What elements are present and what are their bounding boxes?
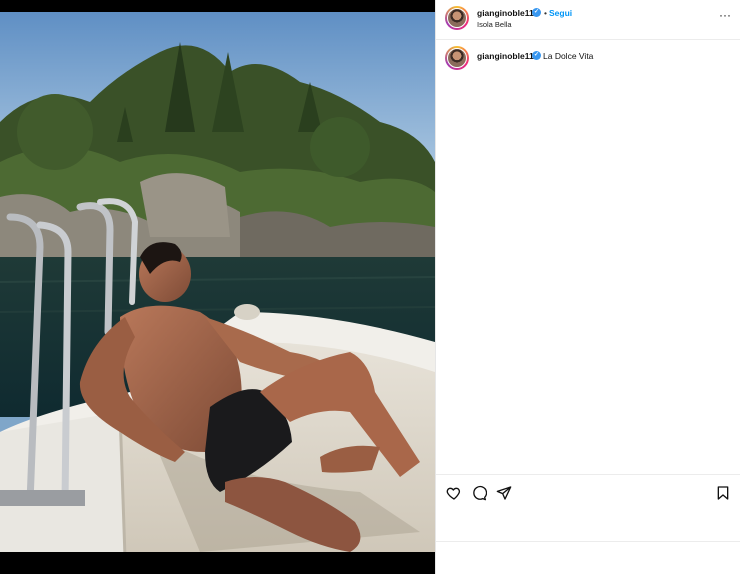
more-options-icon[interactable]: ··· bbox=[719, 8, 731, 22]
post-location[interactable]: Isola Bella bbox=[477, 20, 512, 29]
header-separator: • bbox=[544, 8, 547, 18]
caption-text: La Dolce Vita bbox=[543, 51, 594, 61]
caption-verified-badge-icon: ✓ bbox=[532, 51, 541, 60]
post-caption: gianginoble11 ✓ La Dolce Vita bbox=[436, 46, 740, 70]
screenshot-frame: gianginoble11 ✓ • Segui Isola Bella ··· … bbox=[0, 0, 740, 574]
bookmark-icon[interactable] bbox=[715, 485, 731, 501]
author-avatar[interactable] bbox=[445, 6, 469, 30]
verified-badge-icon: ✓ bbox=[532, 8, 541, 17]
follow-button[interactable]: Segui bbox=[549, 8, 572, 18]
photo-illustration bbox=[0, 12, 435, 557]
post-actions-bar bbox=[436, 474, 740, 510]
share-icon[interactable] bbox=[496, 485, 512, 501]
post-sidebar: gianginoble11 ✓ • Segui Isola Bella ··· … bbox=[435, 0, 740, 574]
author-username[interactable]: gianginoble11 bbox=[477, 8, 534, 18]
comment-icon[interactable] bbox=[471, 485, 487, 501]
heart-icon[interactable] bbox=[446, 485, 462, 501]
comment-area[interactable] bbox=[436, 541, 740, 574]
post-photo[interactable] bbox=[0, 12, 435, 557]
post-header: gianginoble11 ✓ • Segui Isola Bella ··· bbox=[436, 0, 740, 40]
caption-avatar[interactable] bbox=[445, 46, 469, 70]
caption-username[interactable]: gianginoble11 bbox=[477, 51, 534, 61]
